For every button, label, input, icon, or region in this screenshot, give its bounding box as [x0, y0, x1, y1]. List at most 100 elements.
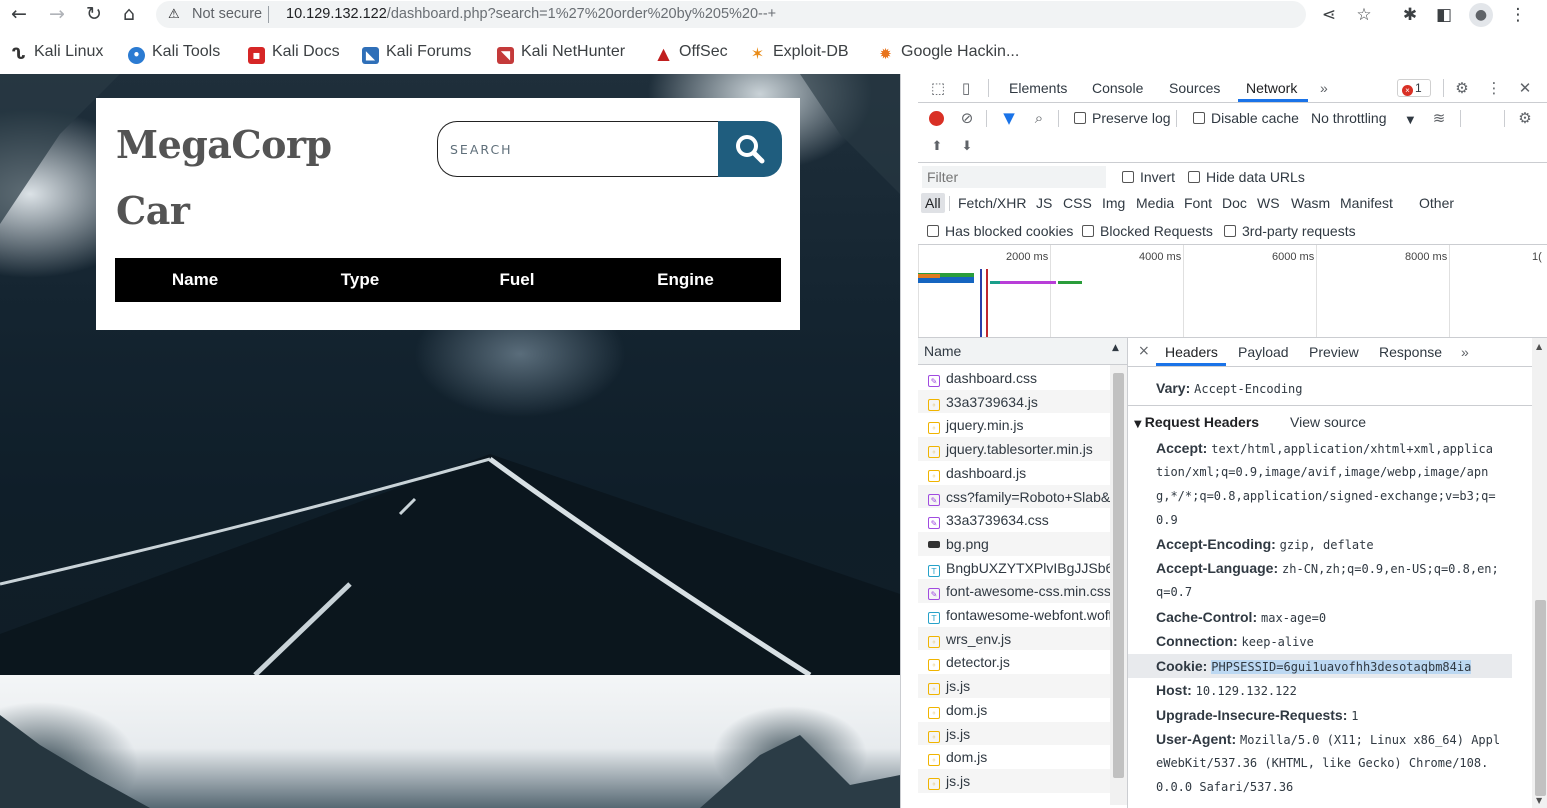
bookmark-offsec[interactable]: ▲ OffSec: [655, 41, 727, 63]
request-row[interactable]: ✎ css?family=Roboto+Slab&di...: [918, 484, 1110, 509]
request-row[interactable]: ◦ wrs_env.js: [918, 626, 1110, 651]
type-filter-manifest[interactable]: Manifest: [1336, 193, 1397, 213]
close-devtools-icon[interactable]: ✕: [1516, 79, 1534, 97]
close-detail-icon[interactable]: ×: [1138, 343, 1150, 359]
share-icon[interactable]: ⋖: [1317, 3, 1341, 27]
type-filter-media[interactable]: Media: [1132, 193, 1178, 213]
third-party-requests-checkbox[interactable]: 3rd-party requests: [1224, 223, 1356, 239]
request-row[interactable]: ◦ jquery.tablesorter.min.js: [918, 437, 1110, 462]
type-filter-doc[interactable]: Doc: [1218, 193, 1251, 213]
request-row[interactable]: ◦ dashboard.js: [918, 460, 1110, 485]
scroll-down-arrow-icon[interactable]: ▼: [1536, 796, 1542, 805]
request-row[interactable]: T BngbUXZYTXPlvIBgJJSb6s...: [918, 555, 1110, 580]
bookmark-kali-nethunter[interactable]: ◥ Kali NetHunter: [497, 41, 625, 64]
devtools-menu-icon[interactable]: ⋮: [1485, 79, 1503, 97]
home-icon[interactable]: ⌂: [118, 3, 140, 25]
detail-tab-payload[interactable]: Payload: [1238, 338, 1289, 366]
request-row[interactable]: ◦ jquery.min.js: [918, 413, 1110, 438]
inspect-element-icon[interactable]: ⬚: [929, 79, 947, 97]
bookmark-kali-linux[interactable]: ᔐ Kali Linux: [10, 41, 104, 63]
bookmark-kali-forums[interactable]: ◣ Kali Forums: [362, 41, 471, 64]
tab-elements[interactable]: Elements: [1009, 74, 1067, 102]
settings-gear-icon[interactable]: ⚙: [1453, 79, 1471, 97]
request-headers-section[interactable]: ▼ Request Headers: [1134, 410, 1259, 437]
type-filter-font[interactable]: Font: [1180, 193, 1216, 213]
url-text[interactable]: 10.129.132.122/dashboard.php?search=1%27…: [286, 1, 776, 28]
bookmark-exploit-db[interactable]: ✶ Exploit-DB: [749, 41, 849, 63]
detail-tab-response[interactable]: Response: [1379, 338, 1442, 366]
detail-tab-preview[interactable]: Preview: [1309, 338, 1359, 366]
invert-checkbox[interactable]: Invert: [1122, 169, 1175, 185]
clear-icon[interactable]: ⊘: [958, 109, 976, 127]
error-count-badge[interactable]: × 1: [1397, 79, 1431, 97]
type-filter-js[interactable]: JS: [1032, 193, 1056, 213]
preserve-log-checkbox[interactable]: Preserve log: [1074, 110, 1171, 126]
import-har-icon[interactable]: ⬆: [928, 138, 946, 156]
request-row[interactable]: ◦ js.js: [918, 768, 1110, 793]
request-list-header[interactable]: Name ▲: [918, 338, 1127, 365]
tab-console[interactable]: Console: [1092, 74, 1143, 102]
has-blocked-cookies-checkbox[interactable]: Has blocked cookies: [927, 223, 1073, 239]
record-icon[interactable]: [929, 111, 944, 126]
network-overview-timeline[interactable]: 2000 ms 4000 ms 6000 ms 8000 ms 1(: [918, 245, 1547, 337]
request-row[interactable]: ✎ 33a3739634.css: [918, 508, 1110, 533]
search-network-icon[interactable]: ⌕: [1030, 109, 1048, 127]
warning-icon[interactable]: ⚠: [168, 1, 180, 28]
request-list-scrollbar[interactable]: [1110, 365, 1127, 805]
request-row[interactable]: Tfontawesome-webfont.woff2: [918, 603, 1110, 627]
column-header-type[interactable]: Type: [320, 258, 400, 302]
type-filter-all[interactable]: All: [921, 193, 945, 213]
request-row[interactable]: ◦ js.js: [918, 674, 1110, 699]
tab-network[interactable]: Network: [1246, 74, 1297, 102]
side-panel-icon[interactable]: ◧: [1432, 3, 1456, 27]
column-header-fuel[interactable]: Fuel: [477, 258, 557, 302]
tab-sources[interactable]: Sources: [1169, 74, 1220, 102]
throttling-select[interactable]: No throttling ▼: [1311, 110, 1414, 126]
type-filter-other[interactable]: Other: [1415, 193, 1458, 213]
search-button[interactable]: [718, 121, 782, 177]
network-conditions-icon[interactable]: ≋: [1430, 109, 1448, 127]
bookmark-kali-tools[interactable]: • Kali Tools: [128, 41, 220, 64]
reload-icon[interactable]: ↻: [83, 3, 105, 25]
header-cookie[interactable]: Cookie: PHPSESSID=6gui1uavofhh3desotaqbm…: [1156, 654, 1472, 679]
more-tabs-button[interactable]: »: [1320, 74, 1328, 102]
type-filter-ws[interactable]: WS: [1253, 193, 1284, 213]
back-icon[interactable]: ←: [8, 3, 30, 25]
column-header-name[interactable]: Name: [155, 258, 235, 302]
detail-tab-headers[interactable]: Headers: [1165, 338, 1218, 366]
menu-kebab-icon[interactable]: ⋮: [1506, 3, 1530, 27]
blocked-requests-checkbox[interactable]: Blocked Requests: [1082, 223, 1213, 239]
profile-avatar-icon[interactable]: ●: [1469, 3, 1493, 27]
export-har-icon[interactable]: ⬇: [958, 138, 976, 156]
request-row[interactable]: ◦ detector.js: [918, 650, 1110, 675]
type-filter-css[interactable]: CSS: [1059, 193, 1096, 213]
request-row[interactable]: ◦ dom.js: [918, 697, 1110, 722]
device-toolbar-icon[interactable]: ▯: [957, 79, 975, 97]
type-filter-fetch-xhr[interactable]: Fetch/XHR: [954, 193, 1030, 213]
filter-funnel-icon[interactable]: ▼: [1000, 109, 1018, 127]
extensions-icon[interactable]: ✱: [1398, 3, 1422, 27]
request-row[interactable]: ✎ font-awesome-css.min.css: [918, 579, 1110, 604]
type-filter-img[interactable]: Img: [1098, 193, 1129, 213]
address-bar[interactable]: ⚠ Not secure 10.129.132.122/dashboard.ph…: [156, 1, 1306, 28]
scrollbar-thumb[interactable]: [1535, 600, 1546, 796]
request-row[interactable]: ◦ dom.js: [918, 745, 1110, 770]
request-row[interactable]: ✎ dashboard.css: [918, 366, 1110, 390]
scrollbar-thumb[interactable]: [1113, 373, 1124, 778]
request-row[interactable]: bg.png: [918, 531, 1110, 556]
type-filter-wasm[interactable]: Wasm: [1287, 193, 1334, 213]
hide-data-urls-checkbox[interactable]: Hide data URLs: [1188, 169, 1305, 185]
bookmark-star-icon[interactable]: ☆: [1352, 3, 1376, 27]
column-header-engine[interactable]: Engine: [643, 258, 728, 302]
network-settings-gear-icon[interactable]: ⚙: [1516, 109, 1534, 127]
disable-cache-checkbox[interactable]: Disable cache: [1193, 110, 1299, 126]
detail-more-tabs[interactable]: »: [1461, 338, 1469, 366]
filter-input[interactable]: [922, 166, 1106, 188]
forward-icon[interactable]: →: [46, 3, 68, 25]
security-label[interactable]: Not secure: [192, 1, 262, 28]
request-row[interactable]: ◦ 33a3739634.js: [918, 389, 1110, 414]
bookmark-kali-docs[interactable]: ▪ Kali Docs: [248, 41, 340, 64]
cookie-value-selected[interactable]: PHPSESSID=6gui1uavofhh3desotaqbm84ia: [1211, 660, 1472, 674]
bookmark-google-hacking[interactable]: ✹ Google Hackin...: [877, 41, 1019, 63]
request-row[interactable]: ◦ js.js: [918, 721, 1110, 746]
